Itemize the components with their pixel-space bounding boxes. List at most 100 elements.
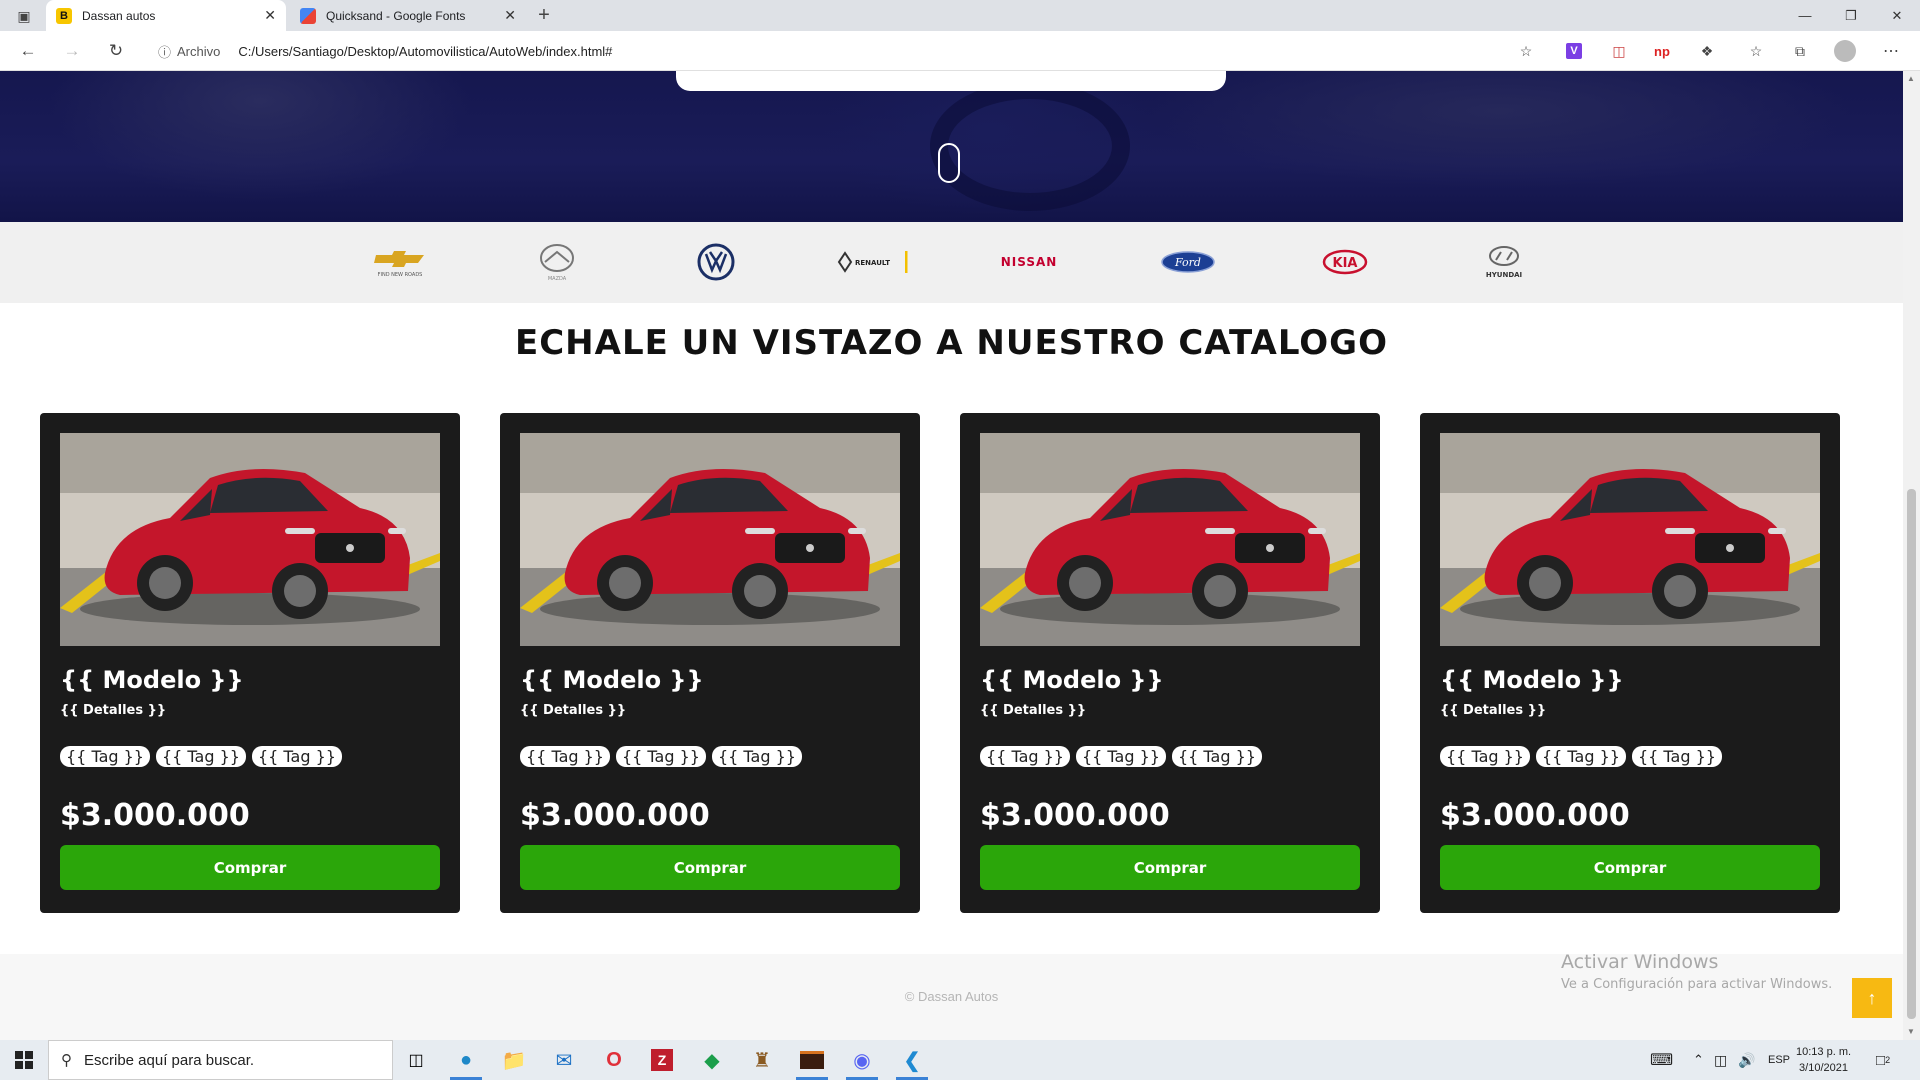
scroll-down-icon[interactable]: ▼ <box>1907 1027 1915 1036</box>
hero-banner <box>0 71 1903 222</box>
buy-button[interactable]: Comprar <box>1440 845 1820 890</box>
card-model: {{ Modelo }} <box>980 666 1164 694</box>
maps-app-icon[interactable]: ◆ <box>692 1044 732 1076</box>
tab-actions-icon[interactable]: ▣ <box>12 4 36 28</box>
card-tag: {{ Tag }} <box>60 746 150 767</box>
product-card: {{ Modelo }} {{ Detalles }} {{ Tag }} {{… <box>40 413 460 913</box>
card-tag: {{ Tag }} <box>980 746 1070 767</box>
card-details: {{ Detalles }} <box>60 703 167 718</box>
tab-dassan-autos[interactable]: B Dassan autos ✕ <box>46 0 286 31</box>
protocol-label: Archivo <box>177 43 221 59</box>
card-details: {{ Detalles }} <box>1440 703 1547 718</box>
buy-button[interactable]: Comprar <box>980 845 1360 890</box>
extension-pdf-icon[interactable]: ◫ <box>1608 40 1630 62</box>
restore-icon[interactable]: ❐ <box>1828 0 1874 31</box>
car-photo <box>520 433 900 646</box>
svg-text:FIND NEW ROADS: FIND NEW ROADS <box>378 272 423 278</box>
filezilla-app-icon[interactable]: Z <box>642 1044 682 1076</box>
discord-like-app-icon[interactable]: ◉ <box>842 1044 882 1080</box>
search-icon: ⚲ <box>61 1052 72 1069</box>
car-photo <box>60 433 440 646</box>
card-model: {{ Modelo }} <box>1440 666 1624 694</box>
forward-icon[interactable]: → <box>60 39 84 63</box>
reload-icon[interactable]: ↻ <box>104 39 128 63</box>
scrollbar-thumb[interactable] <box>1907 489 1916 1019</box>
profile-avatar-icon[interactable] <box>1834 40 1856 62</box>
svg-text:MAZDA: MAZDA <box>548 276 567 282</box>
hyundai-logo-icon: HYUNDAI <box>1476 242 1532 282</box>
card-model: {{ Modelo }} <box>520 666 704 694</box>
show-hidden-icons[interactable]: ⌃ <box>1693 1040 1704 1080</box>
mail-app-icon[interactable]: ✉ <box>544 1044 584 1076</box>
car-wheel-shape <box>930 81 1130 211</box>
back-icon[interactable]: ← <box>16 39 40 63</box>
nissan-logo-icon: NISSAN <box>1000 255 1058 269</box>
card-price: $3.000.000 <box>980 798 1170 833</box>
windows-start-icon[interactable] <box>0 1040 48 1080</box>
card-tags: {{ Tag }} {{ Tag }} {{ Tag }} <box>520 746 802 767</box>
volume-icon[interactable]: 🔊 <box>1738 1040 1755 1080</box>
buy-button[interactable]: Comprar <box>60 845 440 890</box>
page-scrollbar[interactable]: ▲ ▼ <box>1903 71 1920 1040</box>
keyboard-icon[interactable]: ⌨ <box>1650 1040 1673 1080</box>
card-tag: {{ Tag }} <box>155 746 246 767</box>
google-fonts-favicon-icon <box>300 7 316 24</box>
notifications-icon[interactable]: □ 2 <box>1876 1040 1890 1080</box>
close-tab-icon[interactable]: ✕ <box>504 7 516 24</box>
ford-logo-icon: Ford <box>1158 242 1218 282</box>
hero-search-box[interactable] <box>676 71 1226 91</box>
game-app-icon[interactable]: ♜ <box>742 1044 782 1076</box>
edge-app-icon[interactable]: ● <box>446 1044 486 1080</box>
file-explorer-icon[interactable]: 📁 <box>494 1044 534 1076</box>
new-tab-icon[interactable]: + <box>532 3 556 27</box>
mazda-logo-icon: MAZDA <box>532 242 582 282</box>
card-tag: {{ Tag }} <box>1631 746 1722 767</box>
more-menu-icon[interactable]: ⋯ <box>1880 40 1902 62</box>
browser-toolbar: ← → ↻ ⓘ Archivo C:/Users/Santiago/Deskto… <box>0 31 1920 71</box>
favorites-icon[interactable]: ☆ <box>1745 40 1767 62</box>
task-view-icon[interactable]: ◫ <box>396 1044 436 1076</box>
browser-tabstrip: ▣ B Dassan autos ✕ Quicksand - Google Fo… <box>0 0 1920 31</box>
terminal-app-icon[interactable] <box>792 1044 832 1080</box>
extensions-puzzle-icon[interactable]: ❖ <box>1696 40 1718 62</box>
extension-np-icon[interactable]: np <box>1651 40 1673 62</box>
network-icon[interactable]: ◫ <box>1714 1040 1727 1080</box>
clock-time: 10:13 p. m. <box>1796 1046 1852 1058</box>
chevrolet-logo-icon: FIND NEW ROADS <box>370 242 430 282</box>
language-indicator[interactable]: ESP <box>1768 1040 1790 1080</box>
renault-logo-icon: RENAULT <box>836 242 910 282</box>
card-tag: {{ Tag }} <box>711 746 802 767</box>
buy-button[interactable]: Comprar <box>520 845 900 890</box>
scroll-mouse-icon[interactable] <box>938 143 960 183</box>
tab-title: Dassan autos <box>82 8 156 23</box>
extension-v-icon[interactable]: V <box>1563 40 1585 62</box>
card-tag: {{ Tag }} <box>615 746 706 767</box>
collections-icon[interactable]: ⧉ <box>1789 40 1811 62</box>
address-bar[interactable]: ⓘ Archivo C:/Users/Santiago/Desktop/Auto… <box>146 36 1526 66</box>
vscode-app-icon[interactable]: ❮ <box>892 1044 932 1080</box>
card-price: $3.000.000 <box>520 798 710 833</box>
card-tags: {{ Tag }} {{ Tag }} {{ Tag }} <box>1440 746 1722 767</box>
svg-text:Ford: Ford <box>1174 256 1201 269</box>
tab-title: Quicksand - Google Fonts <box>326 8 466 23</box>
activation-subtitle: Ve a Configuración para activar Windows. <box>1561 977 1833 992</box>
product-card: {{ Modelo }} {{ Detalles }} {{ Tag }} {{… <box>500 413 920 913</box>
minimize-icon[interactable]: — <box>1782 0 1828 31</box>
info-icon[interactable]: ⓘ <box>158 42 171 61</box>
back-to-top-button[interactable]: ↑ <box>1852 978 1892 1018</box>
catalog-title: ECHALE UN VISTAZO A NUESTRO CATALOGO <box>515 323 1388 363</box>
opera-app-icon[interactable]: O <box>594 1044 634 1076</box>
close-window-icon[interactable]: ✕ <box>1874 0 1920 31</box>
volkswagen-logo-icon <box>694 242 738 282</box>
arrow-up-icon: ↑ <box>1867 987 1877 1008</box>
favorites-add-icon[interactable]: ☆ <box>1515 40 1537 62</box>
close-tab-icon[interactable]: ✕ <box>264 7 276 24</box>
card-price: $3.000.000 <box>1440 798 1630 833</box>
card-model: {{ Modelo }} <box>60 666 244 694</box>
taskbar-search-input[interactable]: ⚲ Escribe aquí para buscar. <box>48 1040 393 1080</box>
card-tags: {{ Tag }} {{ Tag }} {{ Tag }} <box>980 746 1262 767</box>
taskbar-clock[interactable]: 10:13 p. m. 3/10/2021 <box>1796 1044 1851 1076</box>
tab-quicksand-google-fonts[interactable]: Quicksand - Google Fonts ✕ <box>290 0 526 31</box>
scroll-up-icon[interactable]: ▲ <box>1907 74 1915 83</box>
card-tag: {{ Tag }} <box>1171 746 1262 767</box>
